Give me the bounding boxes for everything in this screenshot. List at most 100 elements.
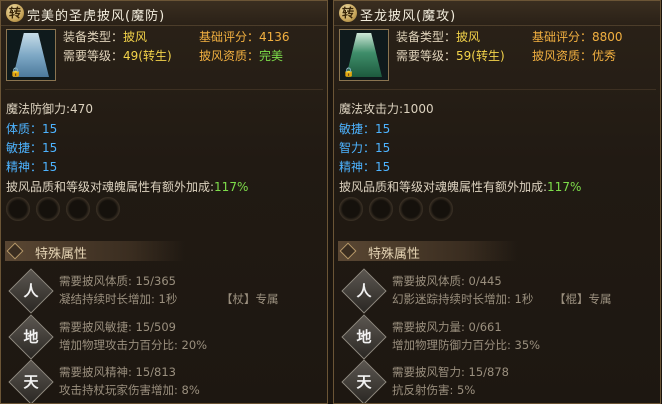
special-attributes-title: 特殊属性	[368, 247, 421, 262]
skill-ren-icon: 人	[341, 268, 387, 314]
special-attributes-title: 特殊属性	[35, 247, 88, 262]
item-tooltip-left: 转 完美的圣虎披风(魔防) 🔒 装备类型：披风 基础评分：4136 需要等级：4…	[0, 0, 328, 404]
skill-ren-icon: 人	[8, 268, 54, 314]
socket-icon[interactable]	[369, 197, 393, 221]
socket-icon[interactable]	[66, 197, 90, 221]
bonus-text: 披风品质和等级对魂魄属性有额外加成:	[339, 180, 548, 194]
special-attributes-header: 特殊属性	[5, 241, 185, 262]
req-level-value: 59(转生)	[456, 49, 505, 63]
req-level-value: 49(转生)	[123, 49, 172, 63]
stat-value: 15	[375, 122, 391, 136]
skill-row: 人 需要披风体质: 0/445 幻影迷踪持续时长增加: 1秒 【棍】专属	[334, 268, 660, 315]
item-name: 圣龙披风(魔攻)	[360, 9, 457, 24]
stat-row: 精神：15	[6, 158, 57, 175]
skill-requirement: 需要披风精神: 15/813	[59, 365, 176, 379]
skill-row: 地 需要披风敏捷: 15/509 增加物理攻击力百分比: 20%	[1, 314, 327, 361]
comparison-view: 转 完美的圣虎披风(魔防) 🔒 装备类型：披风 基础评分：4136 需要等级：4…	[0, 0, 662, 404]
item-tooltip-right: 转 圣龙披风(魔攻) 🔒 装备类型：披风 基础评分：8800 需要等级：59(转…	[333, 0, 661, 404]
base-score-row: 基础评分：4136	[199, 28, 290, 45]
diamond-icon	[6, 242, 24, 260]
stat-row: 体质：15	[6, 120, 57, 137]
skill-description: 增加物理防御力百分比: 35%	[392, 338, 541, 352]
rebirth-badge-icon: 转	[339, 4, 357, 22]
skill-row: 天 需要披风智力: 15/878 抗反射伤害: 5%	[334, 359, 660, 403]
stat-value: 15	[42, 122, 58, 136]
stat-label: 智力：	[339, 141, 376, 155]
stat-label: 敏捷：	[339, 122, 376, 136]
skill-description: 幻影迷踪持续时长增加: 1秒	[392, 292, 534, 306]
socket-icon[interactable]	[6, 197, 30, 221]
socket-icon[interactable]	[429, 197, 453, 221]
stat-value: 15	[375, 141, 391, 155]
socket-icon[interactable]	[36, 197, 60, 221]
stat-row: 智力：15	[339, 139, 390, 156]
skill-tian-icon: 天	[8, 359, 54, 403]
special-attributes-header: 特殊属性	[338, 241, 518, 262]
stat-value: 15	[375, 160, 391, 174]
equip-type-row: 装备类型：披风	[396, 28, 480, 45]
req-level-label: 需要等级：	[63, 49, 124, 63]
bonus-text: 披风品质和等级对魂魄属性有额外加成:	[6, 180, 215, 194]
bonus-row: 披风品质和等级对魂魄属性有额外加成:117%	[6, 178, 248, 195]
base-score-row: 基础评分：8800	[532, 28, 623, 45]
skill-row: 地 需要披风力量: 0/661 增加物理防御力百分比: 35%	[334, 314, 660, 361]
divider	[338, 89, 656, 90]
socket-icon[interactable]	[399, 197, 423, 221]
skill-description: 抗反射伤害: 5%	[392, 383, 476, 397]
skill-tag: 【棍】专属	[554, 292, 612, 306]
lock-icon: 🔒	[343, 68, 355, 78]
stat-row: 敏捷：15	[6, 139, 57, 156]
rebirth-badge-icon: 转	[6, 4, 24, 22]
item-icon[interactable]: 🔒	[6, 29, 56, 81]
skill-tag: 【杖】专属	[221, 292, 279, 306]
skill-row: 人 需要披风体质: 15/365 凝结持续时长增加: 1秒 【杖】专属	[1, 268, 327, 315]
title-bar: 转 圣龙披风(魔攻)	[334, 1, 660, 26]
stat-value: 15	[42, 160, 58, 174]
diamond-icon	[339, 242, 357, 260]
req-level-label: 需要等级：	[396, 49, 457, 63]
equip-type-value: 披风	[456, 30, 481, 44]
item-name: 完美的圣虎披风(魔防)	[27, 9, 166, 24]
skill-tian-icon: 天	[341, 359, 387, 403]
base-score-label: 基础评分：	[532, 30, 593, 44]
cape-quality-label: 披风资质：	[532, 49, 593, 63]
item-icon[interactable]: 🔒	[339, 29, 389, 81]
stat-row: 精神：15	[339, 158, 390, 175]
equip-type-label: 装备类型：	[396, 30, 457, 44]
skill-requirement: 需要披风体质: 15/365	[59, 274, 176, 288]
skill-requirement: 需要披风体质: 0/445	[392, 274, 502, 288]
cape-quality-row: 披风资质：完美	[199, 47, 283, 64]
skill-requirement: 需要披风力量: 0/661	[392, 320, 502, 334]
stat-label: 精神：	[339, 160, 376, 174]
socket-icon[interactable]	[339, 197, 363, 221]
cape-quality-value: 完美	[259, 49, 284, 63]
skill-di-icon: 地	[341, 314, 387, 360]
socket-icon[interactable]	[96, 197, 120, 221]
base-score-value: 8800	[592, 30, 623, 44]
socket-row	[339, 197, 459, 224]
skill-description: 攻击持杖玩家伤害增加: 8%	[59, 383, 200, 397]
skill-requirement: 需要披风智力: 15/878	[392, 365, 509, 379]
bonus-row: 披风品质和等级对魂魄属性有额外加成:117%	[339, 178, 581, 195]
equip-type-value: 披风	[123, 30, 148, 44]
stat-label: 敏捷：	[6, 141, 43, 155]
stat-row: 敏捷：15	[339, 120, 390, 137]
bonus-value: 117%	[547, 180, 582, 194]
equip-type-label: 装备类型：	[63, 30, 124, 44]
main-stat: 魔法攻击力:1000	[339, 102, 434, 116]
title-bar: 转 完美的圣虎披风(魔防)	[1, 1, 327, 26]
socket-row	[6, 197, 126, 224]
req-level-row: 需要等级：59(转生)	[396, 47, 505, 64]
skill-row: 天 需要披风精神: 15/813 攻击持杖玩家伤害增加: 8%	[1, 359, 327, 403]
req-level-row: 需要等级：49(转生)	[63, 47, 172, 64]
divider	[5, 89, 323, 90]
cape-quality-label: 披风资质：	[199, 49, 260, 63]
skill-description: 增加物理攻击力百分比: 20%	[59, 338, 208, 352]
lock-icon: 🔒	[10, 68, 22, 78]
equip-type-row: 装备类型：披风	[63, 28, 147, 45]
cape-quality-row: 披风资质：优秀	[532, 47, 616, 64]
stat-value: 15	[42, 141, 58, 155]
skill-description: 凝结持续时长增加: 1秒	[59, 292, 178, 306]
stat-label: 体质：	[6, 122, 43, 136]
cape-quality-value: 优秀	[592, 49, 617, 63]
